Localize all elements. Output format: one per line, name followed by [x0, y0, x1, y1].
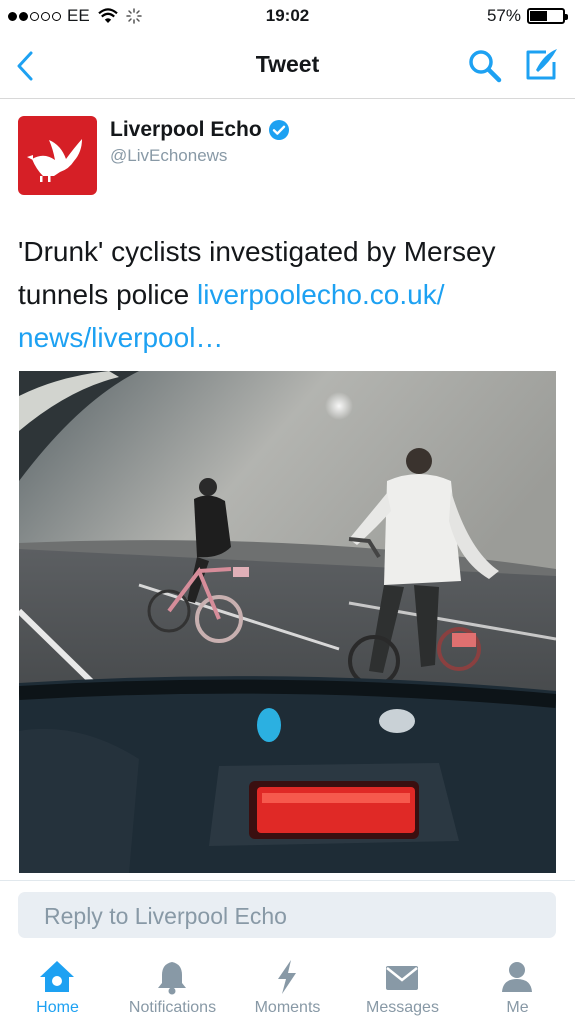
tab-messages[interactable]: Messages	[345, 948, 460, 1024]
reply-bar: Reply to Liverpool Echo	[0, 880, 575, 949]
tweet-header: Liverpool Echo @LivEchonews	[18, 116, 558, 198]
tab-home[interactable]: Home	[0, 948, 115, 1024]
verified-badge-icon	[268, 120, 289, 140]
reply-input[interactable]: Reply to Liverpool Echo	[18, 892, 556, 938]
person-icon	[502, 962, 532, 992]
tweet-text: 'Drunk' cyclists investigated by Mersey …	[18, 230, 563, 359]
reply-placeholder: Reply to Liverpool Echo	[44, 903, 287, 929]
battery-icon	[527, 8, 568, 24]
envelope-icon	[386, 966, 418, 990]
tweet-link-line2: news/liverpool…	[18, 322, 224, 353]
tab-messages-label: Messages	[366, 999, 439, 1016]
author-name: Liverpool Echo	[110, 118, 262, 141]
compose-icon[interactable]	[524, 46, 560, 82]
video-still-image	[19, 371, 556, 873]
tweet-link-line1: liverpoolecho.co.uk/	[197, 279, 445, 310]
tab-notifications-label: Notifications	[128, 999, 217, 1016]
tab-moments-label: Moments	[254, 999, 321, 1016]
author-handle[interactable]: @LivEchonews	[110, 146, 227, 166]
liver-bird-logo-icon	[27, 139, 82, 182]
bell-icon	[158, 962, 186, 995]
tab-home-label: Home	[36, 999, 79, 1016]
lightning-icon	[278, 960, 296, 994]
status-bar: EE 19:02 57%	[0, 0, 575, 34]
author-name-row[interactable]: Liverpool Echo	[110, 118, 290, 142]
tweet-media[interactable]	[19, 371, 556, 873]
tab-notifications[interactable]: Notifications	[115, 948, 230, 1024]
tab-me[interactable]: Me	[460, 948, 575, 1024]
tab-moments[interactable]: Moments	[230, 948, 345, 1024]
battery-percent: 57%	[486, 6, 521, 25]
battery-level	[530, 11, 548, 21]
tab-me-label: Me	[506, 999, 529, 1016]
tab-bar: Home Notifications Moments Messages Me	[0, 948, 575, 1024]
search-icon[interactable]	[468, 49, 502, 83]
home-icon	[40, 961, 74, 992]
navigation-bar: Tweet	[0, 34, 575, 99]
avatar[interactable]	[18, 116, 97, 195]
